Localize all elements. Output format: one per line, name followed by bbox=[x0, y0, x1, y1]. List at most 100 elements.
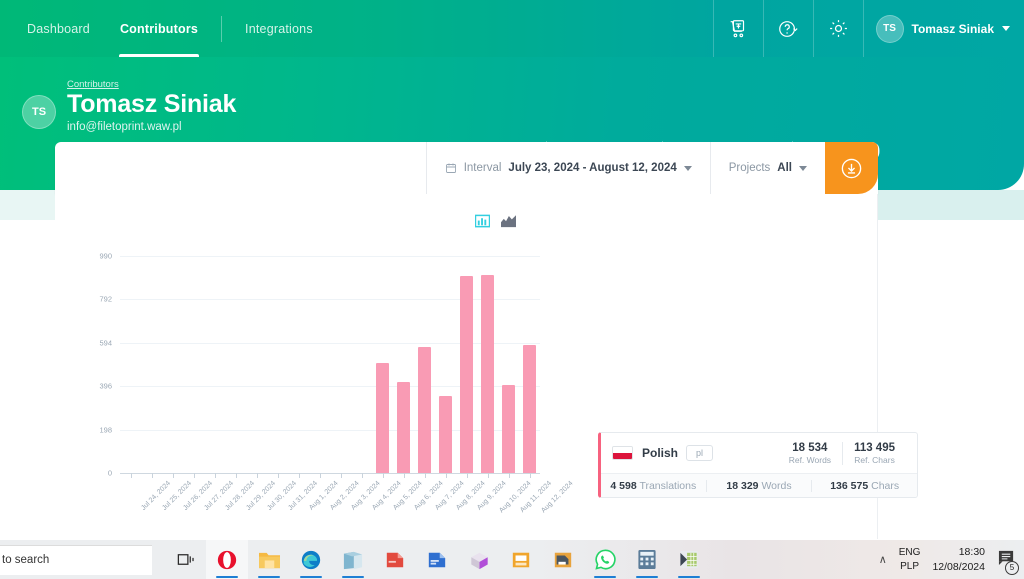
language-summary-panel[interactable]: Polish pl 18 534 Ref. Words 113 495 Ref.… bbox=[598, 432, 918, 498]
chart-bar[interactable] bbox=[439, 396, 452, 473]
bar-slot bbox=[498, 256, 519, 473]
ytick-0: 0 bbox=[108, 469, 112, 478]
bar-slot bbox=[267, 256, 288, 473]
chart-bar[interactable] bbox=[460, 276, 473, 473]
download-icon bbox=[840, 157, 863, 180]
nav-divider bbox=[221, 16, 222, 42]
x-tick-mark bbox=[425, 473, 426, 478]
chart-plot-area: 990 792 594 396 198 0 Ju bbox=[120, 256, 540, 473]
flag-stripe-red bbox=[613, 453, 632, 459]
nav-item-contributors[interactable]: Contributors bbox=[105, 0, 213, 57]
bar-slot bbox=[288, 256, 309, 473]
x-tick-mark bbox=[404, 473, 405, 478]
help-button[interactable] bbox=[763, 0, 813, 57]
tray-language-indicator[interactable]: ENG PLP bbox=[899, 546, 921, 573]
search-input-text: to search bbox=[0, 554, 49, 566]
chart-bars bbox=[120, 256, 540, 473]
chart-bar[interactable] bbox=[397, 382, 410, 473]
x-tick-mark bbox=[131, 473, 132, 478]
x-tick-mark bbox=[320, 473, 321, 478]
cart-button[interactable] bbox=[713, 0, 763, 57]
system-tray: ∧ ENG PLP 18:30 12/08/2024 5 bbox=[879, 545, 1024, 573]
metric-ref-words-label: Ref. Words bbox=[789, 455, 831, 465]
breadcrumb[interactable]: Contributors bbox=[67, 79, 236, 90]
poland-flag-icon bbox=[612, 446, 633, 460]
summary-words-value: 18 329 bbox=[726, 480, 758, 492]
x-tick-mark bbox=[341, 473, 342, 478]
tray-clock[interactable]: 18:30 12/08/2024 bbox=[932, 545, 985, 573]
whatsapp-icon[interactable] bbox=[584, 540, 626, 579]
bar-slot bbox=[477, 256, 498, 473]
bar-slot bbox=[372, 256, 393, 473]
task-view-icon[interactable] bbox=[164, 540, 206, 579]
language-code-badge: pl bbox=[686, 445, 713, 461]
projects-chevron-down-icon[interactable] bbox=[799, 166, 807, 171]
summary-chars-value: 136 575 bbox=[830, 480, 868, 492]
interval-value: July 23, 2024 - August 12, 2024 bbox=[508, 162, 676, 174]
tray-language-primary: ENG bbox=[899, 546, 921, 560]
bar-slot bbox=[414, 256, 435, 473]
app-active-underline bbox=[258, 576, 280, 579]
toolbar-spacer bbox=[55, 142, 426, 194]
spreadsheet-icon[interactable] bbox=[668, 540, 710, 579]
tray-chevron-up-icon[interactable]: ∧ bbox=[879, 553, 887, 566]
notifications-button[interactable]: 5 bbox=[997, 549, 1016, 571]
ytick-792: 792 bbox=[99, 295, 112, 304]
nav-item-dashboard[interactable]: Dashboard bbox=[12, 0, 105, 57]
interval-chevron-down-icon[interactable] bbox=[684, 166, 692, 171]
bar-slot bbox=[141, 256, 162, 473]
chart-bar[interactable] bbox=[502, 385, 515, 473]
chart-bar[interactable] bbox=[418, 347, 431, 473]
x-tick-mark bbox=[173, 473, 174, 478]
metric-ref-chars-value: 113 495 bbox=[854, 442, 895, 454]
bar-slot bbox=[309, 256, 330, 473]
calculator-icon[interactable] bbox=[626, 540, 668, 579]
bar-slot bbox=[162, 256, 183, 473]
chart-bar[interactable] bbox=[481, 275, 494, 473]
summary-translations-value: 4 598 bbox=[610, 480, 636, 492]
x-tick-mark bbox=[278, 473, 279, 478]
bar-slot bbox=[330, 256, 351, 473]
metric-ref-chars: 113 495 Ref. Chars bbox=[842, 442, 906, 465]
x-tick-mark bbox=[383, 473, 384, 478]
screen: Dashboard Contributors Integrations bbox=[0, 0, 1024, 579]
help-icon bbox=[777, 18, 799, 40]
app-active-underline bbox=[636, 576, 658, 579]
nav-item-integrations-label: Integrations bbox=[245, 22, 313, 36]
red-app-icon[interactable] bbox=[374, 540, 416, 579]
download-button[interactable] bbox=[825, 142, 878, 194]
opera-icon[interactable] bbox=[206, 540, 248, 579]
chart-bar[interactable] bbox=[523, 345, 536, 473]
projects-filter[interactable]: Projects All bbox=[711, 142, 825, 194]
nav-item-integrations[interactable]: Integrations bbox=[230, 0, 328, 57]
profile-avatar-initials: TS bbox=[32, 106, 46, 118]
chevron-down-icon bbox=[1002, 26, 1010, 31]
purple-app-icon[interactable] bbox=[458, 540, 500, 579]
nav-actions: TS Tomasz Siniak bbox=[713, 0, 1024, 57]
orange-doc-icon[interactable] bbox=[500, 540, 542, 579]
chart-bar[interactable] bbox=[376, 363, 389, 473]
metric-ref-words-value: 18 534 bbox=[789, 442, 831, 454]
metric-ref-words: 18 534 Ref. Words bbox=[778, 442, 842, 465]
orange-print-icon[interactable] bbox=[542, 540, 584, 579]
x-tick-mark bbox=[467, 473, 468, 478]
summary-words: 18 329 Words bbox=[706, 480, 812, 492]
x-tick-mark bbox=[488, 473, 489, 478]
summary-chars-label: Chars bbox=[871, 480, 899, 492]
blue-app-icon[interactable] bbox=[416, 540, 458, 579]
language-name: Polish bbox=[642, 446, 678, 460]
edge-icon[interactable] bbox=[290, 540, 332, 579]
x-tick-mark bbox=[215, 473, 216, 478]
nav-links: Dashboard Contributors Integrations bbox=[0, 0, 328, 57]
file-explorer-icon[interactable] bbox=[248, 540, 290, 579]
metric-ref-chars-label: Ref. Chars bbox=[854, 455, 895, 465]
bar-slot bbox=[351, 256, 372, 473]
search-input[interactable]: to search bbox=[0, 545, 152, 575]
ytick-990: 990 bbox=[99, 252, 112, 261]
bar-slot bbox=[120, 256, 141, 473]
bar-slot bbox=[519, 256, 540, 473]
settings-button[interactable] bbox=[813, 0, 863, 57]
book-app-icon[interactable] bbox=[332, 540, 374, 579]
user-menu[interactable]: TS Tomasz Siniak bbox=[863, 0, 1024, 57]
interval-filter[interactable]: Interval July 23, 2024 - August 12, 2024 bbox=[427, 142, 710, 194]
